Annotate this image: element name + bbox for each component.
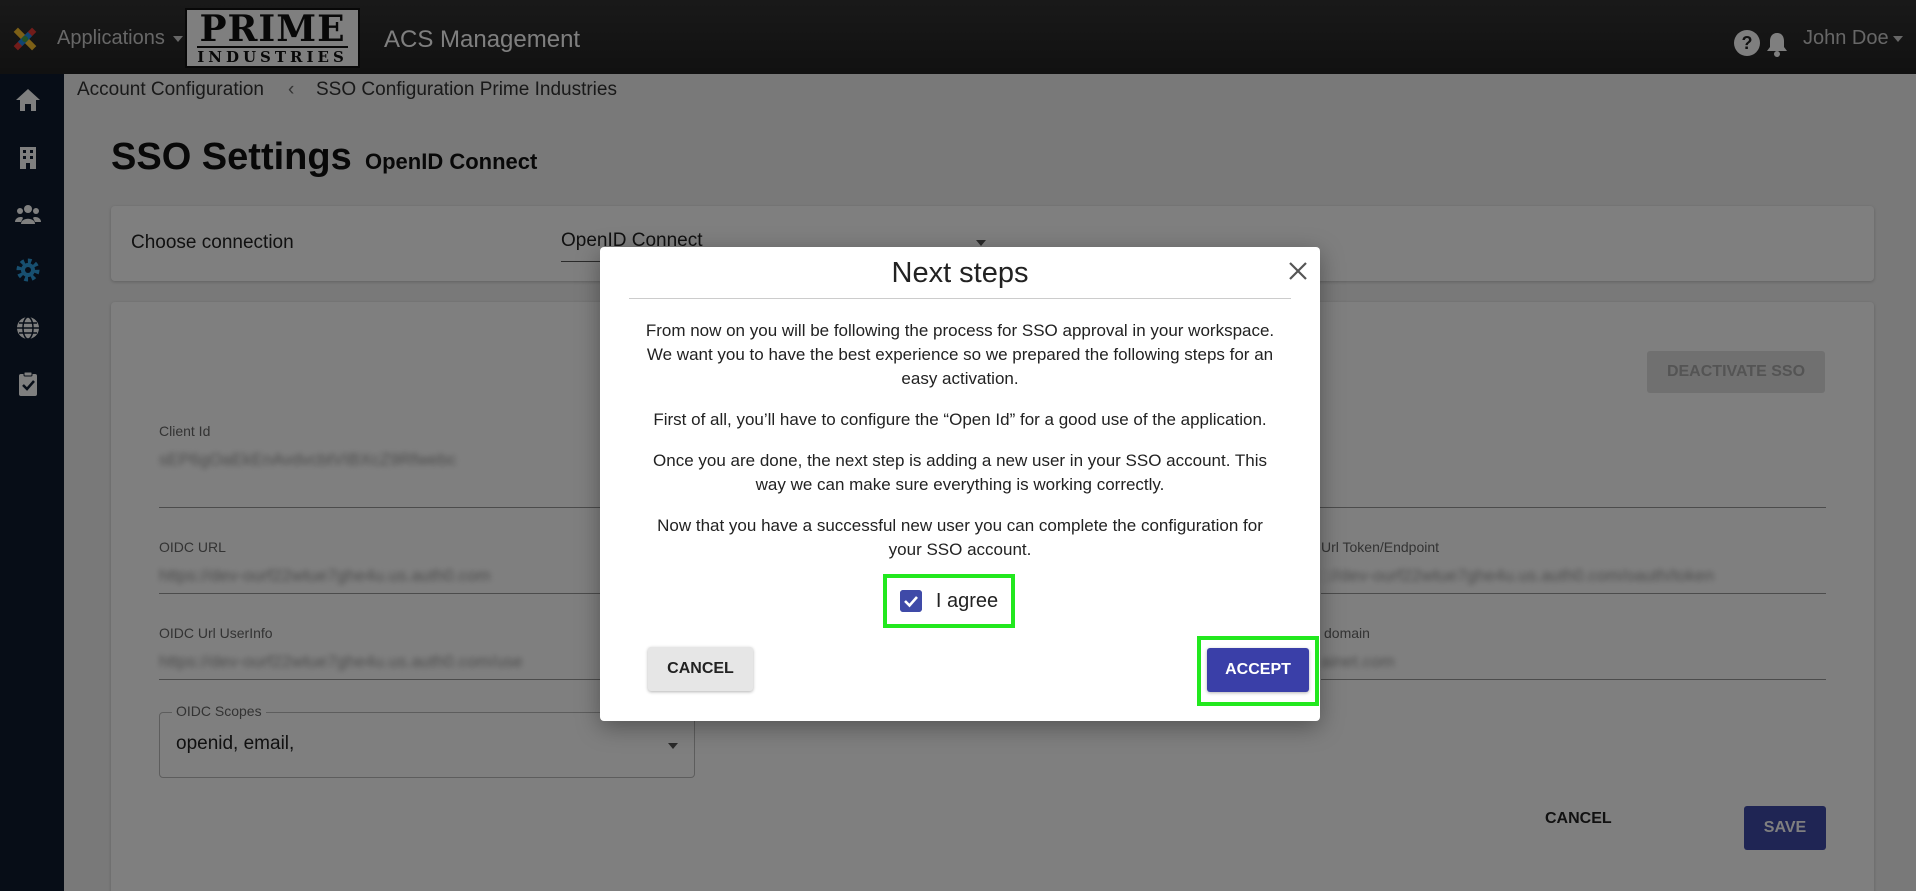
dialog-paragraph: Once you are done, the next step is addi… (653, 451, 1267, 494)
dialog-paragraph: First of all, you’ll have to configure t… (653, 410, 1267, 429)
dialog-paragraph: From now on you will be following the pr… (645, 321, 1275, 388)
dialog-body: From now on you will be following the pr… (640, 319, 1280, 579)
dialog-cancel-button[interactable]: CANCEL (648, 647, 753, 691)
dialog-title: Next steps (891, 257, 1029, 289)
accept-button[interactable]: ACCEPT (1207, 648, 1309, 692)
agree-checkbox[interactable] (899, 590, 922, 612)
accept-button-highlight: ACCEPT (1197, 636, 1319, 706)
close-icon[interactable] (1286, 259, 1310, 283)
next-steps-dialog: Next steps From now on you will be follo… (600, 247, 1320, 721)
dialog-paragraph: Now that you have a successful new user … (657, 516, 1263, 559)
agree-checkbox-highlight: I agree (883, 574, 1015, 628)
dialog-divider (629, 298, 1291, 299)
agree-label[interactable]: I agree (936, 590, 998, 613)
